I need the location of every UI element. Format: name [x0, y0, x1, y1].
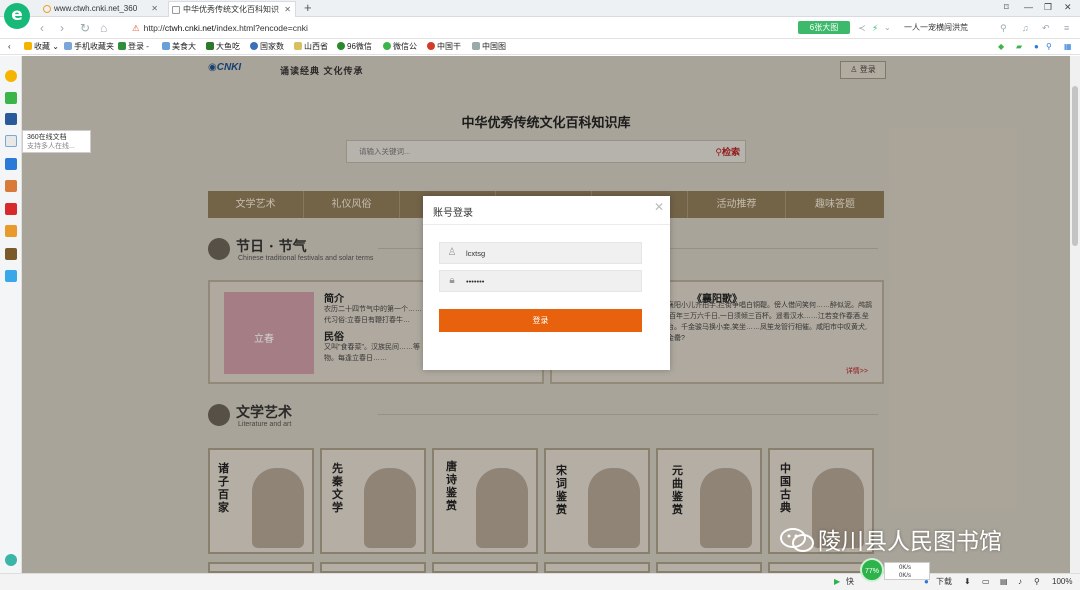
wechat-icon	[780, 528, 814, 552]
browser-sidebar	[0, 56, 22, 573]
app-icon[interactable]	[5, 113, 17, 125]
bookmark-food[interactable]: 美食大	[162, 39, 196, 54]
forward-icon[interactable]: ›	[60, 20, 64, 36]
video-icon[interactable]	[5, 203, 17, 215]
tooltip-subtitle: 支持多人在线...	[27, 143, 75, 150]
refresh-icon[interactable]: ↻	[80, 20, 90, 36]
close-icon[interactable]: ✕	[654, 200, 664, 214]
speed-gauge[interactable]: 77%	[860, 558, 884, 582]
url-path: /index.html?encode=cnki	[214, 23, 308, 33]
adventure-icon[interactable]	[5, 248, 17, 260]
page-scrollbar[interactable]	[1070, 56, 1080, 573]
restore-icon[interactable]: ❐	[1044, 2, 1052, 13]
magnifier-icon[interactable]: ⚲	[1046, 39, 1052, 54]
bookmarks-bar: ‹ 收藏 ⌄ 手机收藏夹 登录 - 美食大 大鱼吃 国家数 山西省 96微信 微…	[0, 39, 1080, 55]
watermark-text: 陵川县人民图书馆	[818, 529, 1002, 555]
close-window-icon[interactable]: ✕	[1064, 2, 1072, 13]
page-favicon-icon	[172, 6, 180, 14]
bookmark-wechat-official[interactable]: 微信公	[383, 39, 417, 54]
mail-icon[interactable]	[5, 92, 17, 104]
password-field: 🔒︎	[439, 270, 642, 292]
user-icon: ♙	[447, 247, 457, 258]
tab-title: www.ctwh.cnki.net_360	[54, 4, 138, 13]
watermark: 陵川县人民图书馆	[780, 522, 1002, 556]
username-field: ♙	[439, 242, 642, 264]
tab-ctwh-360[interactable]: www.ctwh.cnki.net_360 ✕	[40, 1, 162, 17]
tooltip-title: 360在线文档	[27, 134, 67, 141]
quick-label[interactable]: 快	[846, 574, 854, 590]
bookmark-shanxi[interactable]: 山西省	[294, 39, 328, 54]
bookmark-fish[interactable]: 大鱼吃	[206, 39, 240, 54]
search-suggestion[interactable]: 一人一宠横闯洪荒	[904, 22, 968, 33]
extension-icon[interactable]: ●	[1034, 39, 1039, 54]
password-input[interactable]	[466, 271, 636, 291]
login-dialog: 账号登录 ✕ ♙ 🔒︎ 登录	[423, 196, 670, 370]
back-icon[interactable]: ‹	[40, 20, 44, 36]
dialog-title: 账号登录	[433, 208, 473, 219]
sidebar-settings-icon[interactable]	[5, 554, 17, 566]
sidebar-tooltip: 360在线文档 支持多人在线...	[22, 130, 91, 153]
address-toolbar: ‹ › ↻ ⌂ ⚠ http://ctwh.cnki.net/index.html…	[0, 17, 1080, 39]
play-icon[interactable]: ▶	[834, 574, 840, 590]
zoom-level[interactable]: 100%	[1052, 574, 1072, 590]
bookmark-96wechat[interactable]: 96微信	[337, 39, 372, 54]
bookmark-china-cadre[interactable]: 中国干	[427, 39, 461, 54]
sound-icon[interactable]: ♪	[1018, 574, 1022, 590]
net-speed-widget[interactable]: 0K/s 0K/s	[884, 562, 930, 580]
download-speed: 0K/s	[899, 573, 912, 579]
browser-window: e www.ctwh.cnki.net_360 ✕ 中华优秀传统文化百科知识 ✕…	[0, 0, 1080, 590]
snapshot-badge[interactable]: 6张大图	[798, 21, 850, 34]
page-viewport: ◉CNKI 诵读经典 文化传承 ♙ 登录 中华优秀传统文化百科知识库 ⚲检索 文…	[22, 56, 1070, 573]
360-favicon-icon	[43, 5, 51, 13]
close-tab-icon[interactable]: ✕	[284, 2, 291, 17]
undo-icon[interactable]: ↶	[1042, 20, 1050, 36]
tab-bar: www.ctwh.cnki.net_360 ✕ 中华优秀传统文化百科知识 ✕ +…	[0, 0, 1080, 17]
bookmark-login[interactable]: 登录 -	[118, 39, 149, 54]
download-icon[interactable]: ⬇	[964, 574, 971, 590]
layout-icon[interactable]: ▤	[1000, 574, 1008, 590]
minimize-icon[interactable]: —	[1024, 2, 1033, 12]
game-app-icon[interactable]	[5, 180, 17, 192]
scrollbar-thumb[interactable]	[1072, 86, 1078, 246]
menu-icon[interactable]: ≡	[1064, 20, 1069, 36]
site-info-icon[interactable]: ⚠	[132, 23, 140, 33]
bookmark-mobile[interactable]: 手机收藏夹	[64, 39, 114, 54]
screenshot-icon[interactable]: ▭	[982, 574, 990, 590]
dialog-divider	[423, 224, 670, 225]
grid-icon[interactable]: ▦	[1064, 39, 1072, 54]
online-doc-icon[interactable]	[5, 135, 17, 147]
lock-icon: 🔒︎	[449, 275, 455, 286]
home-icon[interactable]: ⌂	[100, 20, 107, 36]
upload-speed: 0K/s	[899, 565, 912, 571]
zoom-icon[interactable]: ⚲	[1034, 574, 1040, 590]
download-label[interactable]: 下载	[936, 574, 952, 590]
bookmark-national[interactable]: 国家数	[250, 39, 284, 54]
game-icon[interactable]: ▰	[1016, 39, 1022, 54]
browser-logo-icon[interactable]: e	[4, 3, 30, 29]
tab-cnki-active[interactable]: 中华优秀传统文化百科知识 ✕	[168, 1, 296, 17]
login-submit-button[interactable]: 登录	[439, 309, 642, 332]
username-input[interactable]	[466, 243, 636, 263]
pay-icon[interactable]	[5, 270, 17, 282]
headphones-icon[interactable]: ♫	[1022, 20, 1029, 36]
chevron-down-icon[interactable]: ⌄	[884, 20, 891, 36]
favorites-icon[interactable]	[5, 70, 17, 82]
bookmarks-collapse-icon[interactable]: ‹	[8, 39, 11, 54]
url-field[interactable]: ⚠ http://ctwh.cnki.net/index.html?encode=…	[132, 20, 902, 36]
bookmark-favorites[interactable]: 收藏 ⌄	[24, 39, 59, 54]
chat-icon[interactable]	[5, 158, 17, 170]
shield-icon[interactable]: ◆	[998, 39, 1004, 54]
close-tab-icon[interactable]: ✕	[151, 1, 158, 17]
url-host: ctwh.cnki.net	[164, 23, 215, 33]
new-tab-button[interactable]: +	[304, 0, 312, 16]
share-icon[interactable]: ≺	[858, 20, 866, 36]
pin-window-icon[interactable]: ⌑	[1004, 2, 1009, 13]
search-icon[interactable]: ⚲	[1000, 20, 1007, 36]
url-prefix: http://	[143, 23, 165, 33]
lightning-icon[interactable]: ⚡	[872, 20, 878, 36]
tab-title: 中华优秀传统文化百科知识	[183, 5, 279, 14]
bookmark-china-library[interactable]: 中国图	[472, 39, 506, 54]
mini-game-icon[interactable]	[5, 225, 17, 237]
